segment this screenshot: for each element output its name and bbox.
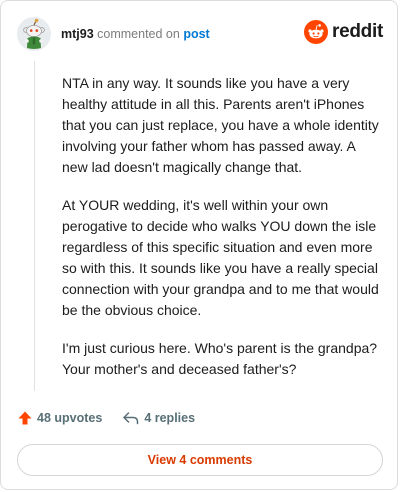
user-avatar[interactable]: [17, 17, 51, 51]
snoo-avatar-icon: [17, 17, 51, 51]
brand-wordmark: reddit: [332, 21, 383, 42]
post-link[interactable]: post: [183, 27, 209, 41]
view-comments-button[interactable]: View 4 comments: [17, 444, 383, 476]
thread-line: [34, 61, 35, 391]
upvote-count: 48 upvotes: [37, 411, 103, 425]
reply-arrow-icon: [123, 412, 139, 425]
comment-paragraph: I'm just curious here. Who's parent is t…: [62, 340, 378, 377]
reddit-logo[interactable]: reddit: [304, 20, 383, 44]
commented-on-label: commented on: [97, 27, 180, 41]
comment-meta: mtj93 commented on post: [61, 27, 210, 41]
comment-paragraph: At YOUR wedding, it's well within your o…: [62, 197, 379, 318]
reddit-snoo-icon: [304, 20, 329, 44]
comment-actions: 48 upvotes 4 replies: [17, 410, 195, 426]
upvote-arrow-icon: [18, 411, 32, 425]
username-link[interactable]: mtj93: [61, 27, 94, 41]
reply-count: 4 replies: [144, 411, 196, 425]
comment-header: mtj93 commented on post reddit: [17, 17, 383, 51]
comment-paragraph: NTA in any way. It sounds like you have …: [62, 75, 379, 175]
upvote-button[interactable]: 48 upvotes: [17, 410, 102, 426]
comment-card: mtj93 commented on post reddit NTA in an…: [0, 0, 398, 490]
comment-body: NTA in any way. It sounds like you have …: [62, 73, 380, 397]
replies-button[interactable]: 4 replies: [122, 410, 195, 426]
